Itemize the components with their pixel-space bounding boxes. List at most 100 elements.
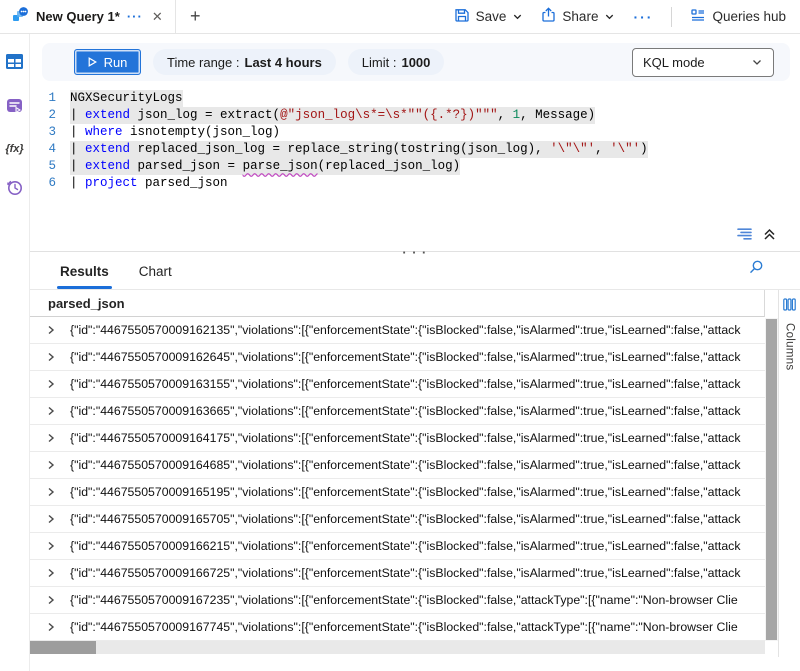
code-line: 5| extend parsed_json = parse_json(repla…: [30, 158, 800, 175]
limit-value: 1000: [401, 55, 430, 70]
expand-chevron-icon[interactable]: [46, 325, 56, 335]
line-number: 3: [30, 124, 70, 141]
expand-chevron-icon[interactable]: [46, 379, 56, 389]
top-actions: Save Share ··· Queries hub: [454, 0, 800, 33]
kusto-query-icon: [12, 6, 29, 28]
code-text: | extend json_log = extract(@"json_log\s…: [70, 107, 595, 124]
more-actions-button[interactable]: ···: [633, 9, 653, 25]
expand-chevron-icon[interactable]: [46, 514, 56, 524]
queries-hub-button[interactable]: Queries hub: [690, 7, 786, 26]
horizontal-scrollbar-thumb[interactable]: [30, 641, 96, 654]
row-json-text: {"id":"4467550570009166215","violations"…: [70, 539, 765, 553]
table-row[interactable]: {"id":"4467550570009163155","violations"…: [30, 371, 765, 398]
collapse-editor-icon[interactable]: [763, 227, 776, 245]
saved-queries-icon[interactable]: [6, 98, 23, 119]
table-row[interactable]: {"id":"4467550570009166215","violations"…: [30, 533, 765, 560]
vertical-scrollbar[interactable]: [765, 318, 778, 641]
code-text: | where isnotempty(json_log): [70, 124, 280, 141]
table-row[interactable]: {"id":"4467550570009162645","violations"…: [30, 344, 765, 371]
format-icon[interactable]: [737, 227, 755, 245]
queries-hub-icon: [690, 7, 706, 26]
horizontal-scrollbar[interactable]: [30, 641, 765, 654]
kql-mode-value: KQL mode: [643, 55, 705, 70]
row-json-text: {"id":"4467550570009164685","violations"…: [70, 458, 765, 472]
tab-bar: New Query 1* ··· ✕ + Save Share ··· Quer…: [0, 0, 800, 34]
row-json-text: {"id":"4467550570009163665","violations"…: [70, 404, 765, 418]
expand-chevron-icon[interactable]: [46, 487, 56, 497]
code-text: | extend replaced_json_log = replace_str…: [70, 141, 648, 158]
history-icon[interactable]: [6, 179, 23, 201]
table-icon[interactable]: [6, 54, 23, 74]
expand-chevron-icon[interactable]: [46, 568, 56, 578]
tab-more-icon[interactable]: ···: [127, 9, 143, 24]
tab-close-icon[interactable]: ✕: [150, 9, 165, 25]
row-json-text: {"id":"4467550570009167745","violations"…: [70, 620, 765, 634]
code-text: | project parsed_json: [70, 175, 228, 192]
code-line: 3| where isnotempty(json_log): [30, 124, 800, 141]
main-area: Run Time range : Last 4 hours Limit : 10…: [30, 34, 800, 671]
tab-chart[interactable]: Chart: [139, 264, 172, 289]
results-grid: parsed_json {"id":"4467550570009162135",…: [30, 290, 800, 657]
query-toolbar: Run Time range : Last 4 hours Limit : 10…: [42, 43, 790, 81]
row-json-text: {"id":"4467550570009164175","violations"…: [70, 431, 765, 445]
tab-results[interactable]: Results: [60, 264, 109, 289]
table-row[interactable]: {"id":"4467550570009165705","violations"…: [30, 506, 765, 533]
row-json-text: {"id":"4467550570009167235","violations"…: [70, 593, 765, 607]
chevron-down-icon: [512, 11, 523, 22]
limit-pill[interactable]: Limit : 1000: [348, 49, 445, 75]
splitter-handle[interactable]: ···: [400, 248, 429, 258]
table-row[interactable]: {"id":"4467550570009165195","violations"…: [30, 479, 765, 506]
query-editor[interactable]: 1NGXSecurityLogs2| extend json_log = ext…: [30, 81, 800, 251]
time-range-value: Last 4 hours: [245, 55, 322, 70]
share-icon: [541, 7, 556, 26]
table-row[interactable]: {"id":"4467550570009166725","violations"…: [30, 560, 765, 587]
line-number: 2: [30, 107, 70, 124]
column-header-parsed-json[interactable]: parsed_json: [30, 290, 765, 317]
code-line: 4| extend replaced_json_log = replace_st…: [30, 141, 800, 158]
table-row[interactable]: {"id":"4467550570009164685","violations"…: [30, 452, 765, 479]
row-json-text: {"id":"4467550570009165705","violations"…: [70, 512, 765, 526]
code-line: 2| extend json_log = extract(@"json_log\…: [30, 107, 800, 124]
functions-icon[interactable]: {fx}: [5, 143, 23, 155]
expand-chevron-icon[interactable]: [46, 541, 56, 551]
expand-chevron-icon[interactable]: [46, 352, 56, 362]
chevron-down-icon: [604, 11, 615, 22]
columns-panel-tab[interactable]: Columns: [778, 290, 800, 657]
table-row[interactable]: {"id":"4467550570009167235","violations"…: [30, 587, 765, 614]
save-button[interactable]: Save: [454, 7, 524, 26]
line-number: 6: [30, 175, 70, 192]
table-row[interactable]: {"id":"4467550570009163665","violations"…: [30, 398, 765, 425]
row-json-text: {"id":"4467550570009162645","violations"…: [70, 350, 765, 364]
line-number: 4: [30, 141, 70, 158]
chevron-down-icon: [751, 56, 763, 68]
expand-chevron-icon[interactable]: [46, 595, 56, 605]
line-number: 5: [30, 158, 70, 175]
vertical-scrollbar-thumb[interactable]: [766, 319, 777, 640]
share-label: Share: [562, 9, 598, 24]
limit-label: Limit :: [362, 55, 397, 70]
run-label: Run: [104, 55, 128, 70]
search-icon[interactable]: [748, 259, 764, 280]
columns-icon: [783, 298, 796, 316]
run-play-icon: [88, 55, 97, 70]
code-line: 1NGXSecurityLogs: [30, 90, 800, 107]
expand-chevron-icon[interactable]: [46, 433, 56, 443]
table-row[interactable]: {"id":"4467550570009164175","violations"…: [30, 425, 765, 452]
run-button[interactable]: Run: [74, 49, 141, 75]
expand-chevron-icon[interactable]: [46, 406, 56, 416]
table-row[interactable]: {"id":"4467550570009167745","violations"…: [30, 614, 765, 641]
row-json-text: {"id":"4467550570009162135","violations"…: [70, 323, 765, 337]
table-row[interactable]: {"id":"4467550570009162135","violations"…: [30, 317, 765, 344]
kql-mode-select[interactable]: KQL mode: [632, 48, 774, 77]
line-number: 1: [30, 90, 70, 107]
expand-chevron-icon[interactable]: [46, 622, 56, 632]
save-icon: [454, 7, 470, 26]
time-range-pill[interactable]: Time range : Last 4 hours: [153, 49, 336, 75]
share-button[interactable]: Share: [541, 7, 615, 26]
result-rows: {"id":"4467550570009162135","violations"…: [30, 317, 765, 641]
save-label: Save: [476, 9, 507, 24]
query-tab[interactable]: New Query 1* ··· ✕: [0, 0, 176, 33]
left-rail: {fx}: [0, 34, 30, 671]
expand-chevron-icon[interactable]: [46, 460, 56, 470]
new-tab-button[interactable]: +: [176, 0, 215, 33]
